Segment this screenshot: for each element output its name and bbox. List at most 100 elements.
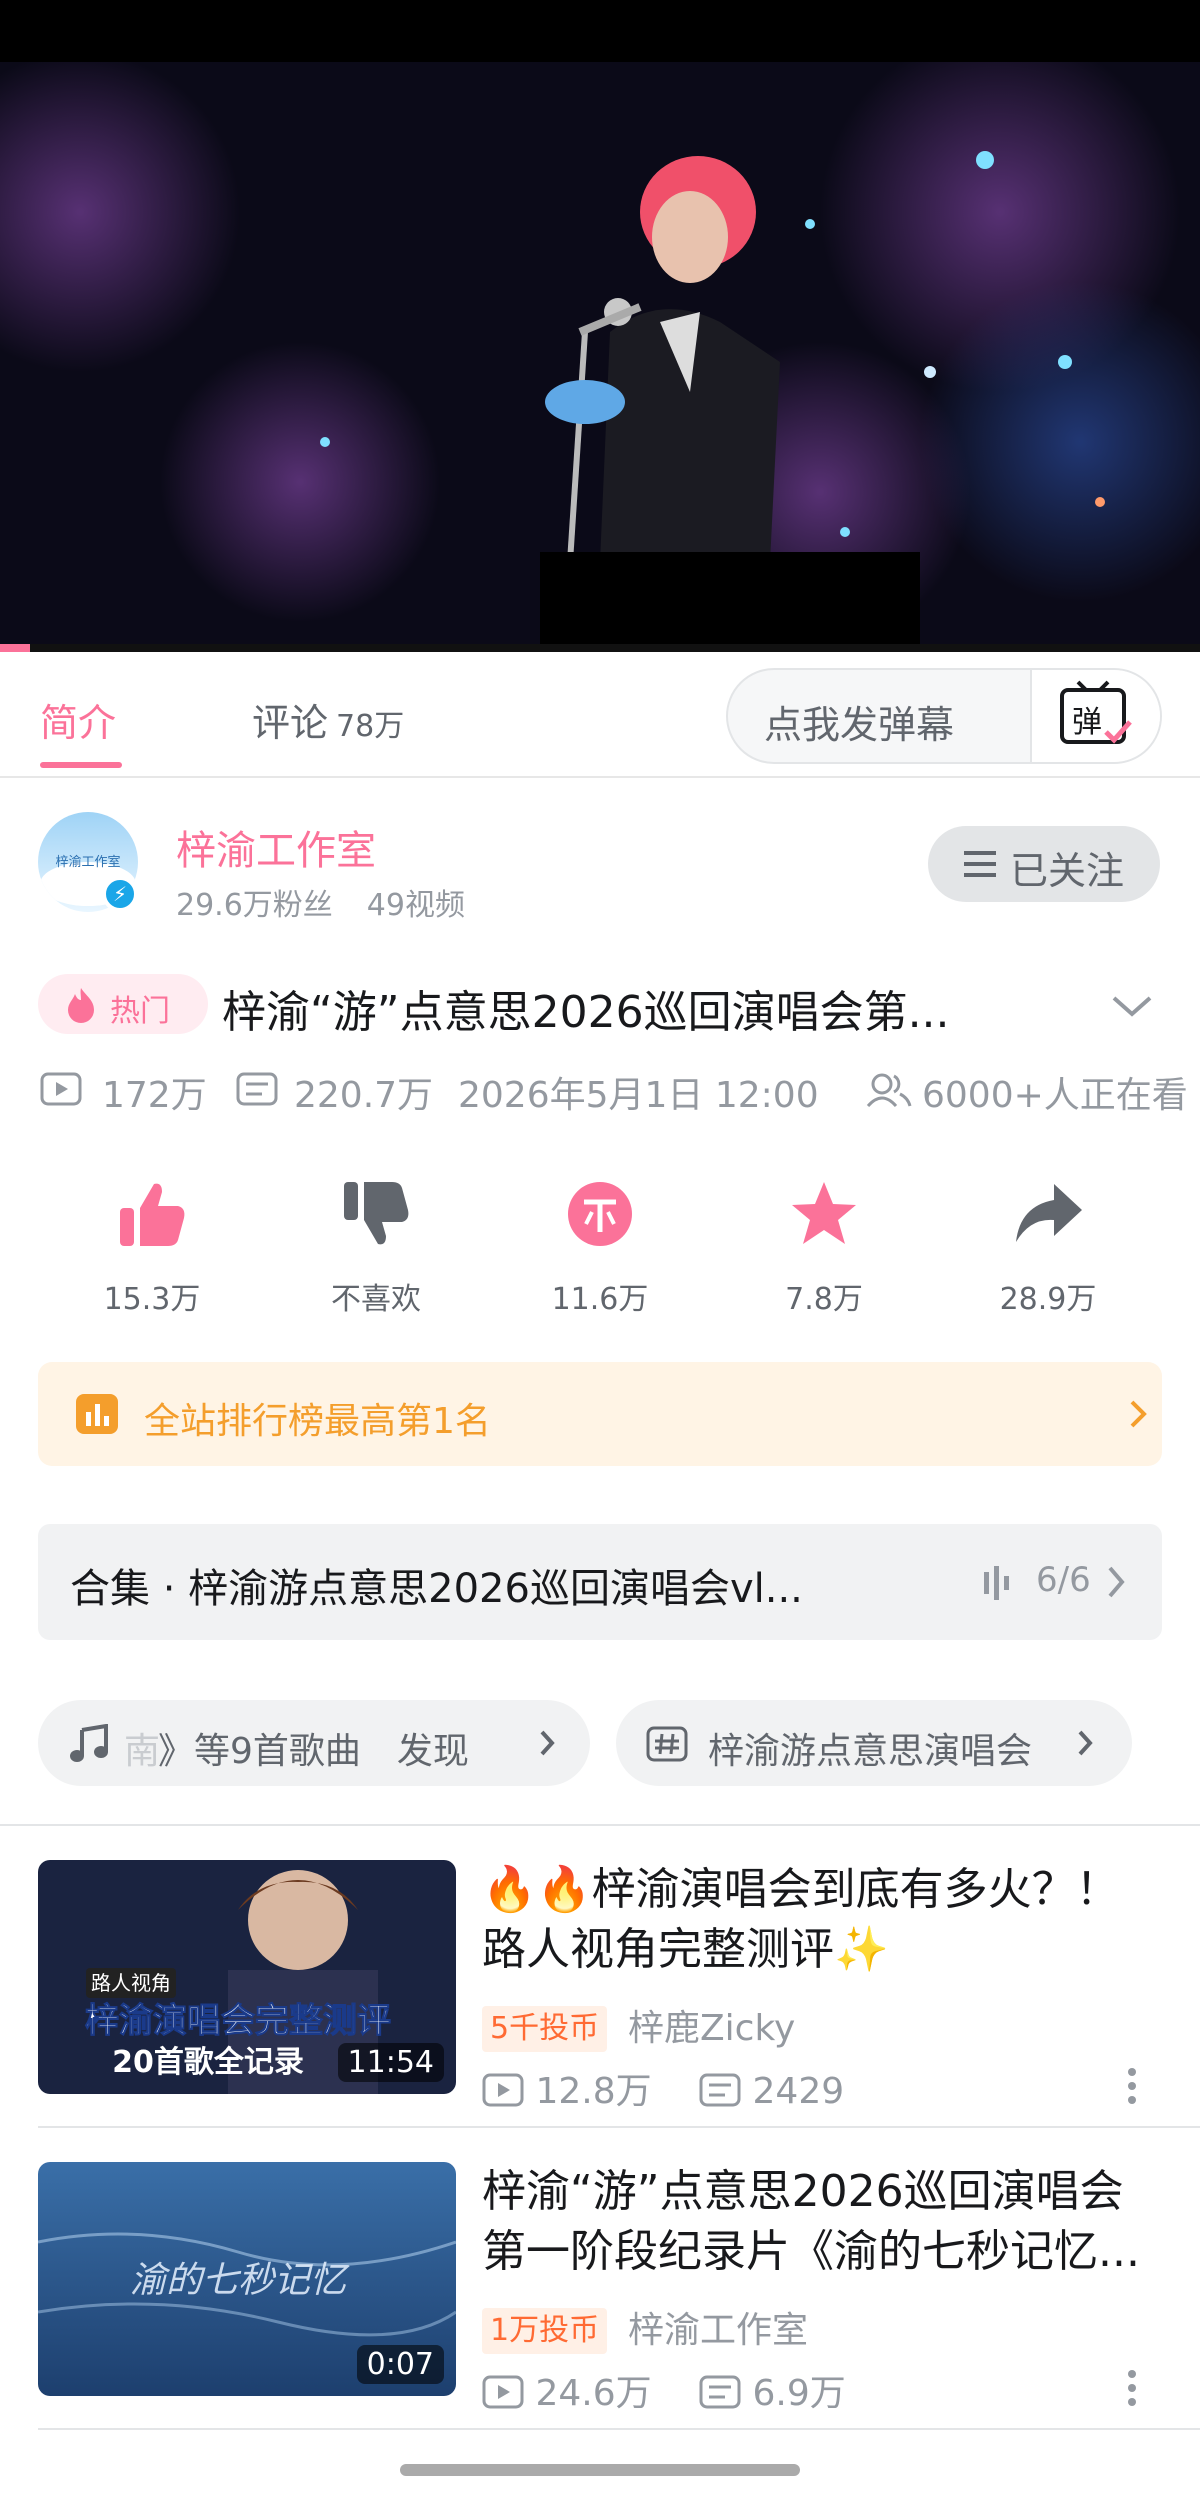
danmaku-count-icon	[699, 2073, 741, 2107]
video-meta-row: 172万 220.7万 2026年5月1日 12:00 6000+人正在看	[40, 1066, 1200, 1114]
danmaku-input[interactable]: 点我发弹幕 弹	[726, 668, 1162, 764]
follow-button[interactable]: 已关注	[928, 826, 1160, 902]
video-player[interactable]	[0, 62, 1200, 652]
danmaku-count-icon	[236, 1072, 278, 1106]
home-indicator[interactable]	[400, 2464, 800, 2476]
list-separator	[38, 2126, 1200, 2128]
coin-badge: 1万投币	[482, 2308, 608, 2354]
related-video-thumbnail[interactable]: 渝的七秒记忆 0:07	[38, 2162, 456, 2396]
tab-intro[interactable]: 简介	[40, 692, 116, 747]
video-duration: 11:54	[337, 2043, 444, 2082]
related-video-item[interactable]: 渝的七秒记忆 0:07 梓渝“游”点意思2026巡回演唱会第一阶段纪录片《渝的七…	[0, 2162, 1200, 2462]
danmaku-count-icon	[699, 2375, 741, 2409]
play-count-icon	[482, 2375, 524, 2409]
danmaku-placeholder: 点我发弹幕	[764, 703, 955, 747]
tab-comments[interactable]: 评论 78万	[252, 692, 404, 747]
dislike-button[interactable]: 不喜欢	[276, 1174, 476, 1318]
favorite-count: 7.8万	[785, 1282, 863, 1317]
video-progress-fill	[0, 644, 30, 652]
related-uploader: 梓鹿Zicky	[628, 2008, 796, 2049]
hot-badge[interactable]: 热门	[38, 974, 208, 1034]
music-chip-label: 》等9首歌曲 发现	[158, 1731, 469, 1772]
collection-title: 合集 · 梓渝游点意思2026巡回演唱会vl...	[70, 1566, 803, 1612]
danmaku-count: 220.7万	[294, 1075, 434, 1114]
view-count: 172万	[102, 1075, 207, 1114]
video-title: 梓渝“游”点意思2026巡回演唱会第...	[222, 987, 950, 1038]
share-arrow-icon	[1016, 1184, 1082, 1242]
rank-chart-icon	[76, 1394, 118, 1434]
favorite-button[interactable]: 7.8万	[724, 1174, 924, 1318]
related-stats: 24.6万 6.9万	[482, 2364, 846, 2416]
author-name[interactable]: 梓渝工作室	[176, 818, 376, 876]
danmaku-toggle-button[interactable]: 弹	[1030, 670, 1160, 762]
chevron-down-icon[interactable]	[1110, 992, 1154, 1020]
collection-card[interactable]: 合集 · 梓渝游点意思2026巡回演唱会vl... 6/6	[38, 1524, 1162, 1640]
coin-badge: 5千投币	[482, 2006, 608, 2052]
related-video-title: 梓渝“游”点意思2026巡回演唱会第一阶段纪录片《渝的七秒记忆...	[482, 2166, 1140, 2277]
video-progress-bar[interactable]	[0, 644, 1200, 652]
thumbs-down-icon	[344, 1182, 409, 1245]
tab-active-indicator	[40, 762, 122, 768]
chevron-right-icon	[540, 1730, 555, 1756]
like-button[interactable]: 15.3万	[52, 1174, 252, 1318]
flame-icon	[68, 988, 94, 1023]
watching-count: 6000+人正在看	[922, 1075, 1188, 1114]
video-frame	[0, 62, 1200, 652]
related-video-title: 🔥🔥梓渝演唱会到底有多火？！路人视角完整测评✨	[482, 1864, 1120, 1975]
related-video-item[interactable]: 路人视角 梓渝演唱会完整测评 20首歌全记录 11:54 🔥🔥梓渝演唱会到底有多…	[0, 1860, 1200, 2160]
more-options-icon[interactable]	[1120, 2368, 1144, 2408]
related-uploader: 梓渝工作室	[628, 2310, 809, 2351]
status-bar	[0, 0, 1200, 62]
topic-chip[interactable]: 梓渝游点意思演唱会	[616, 1700, 1132, 1786]
author-videos: 49视频	[366, 888, 465, 923]
menu-lines-icon	[964, 851, 996, 877]
music-note-icon	[70, 1724, 108, 1762]
collection-progress: 6/6	[1036, 1560, 1091, 1600]
chevron-right-icon	[1078, 1730, 1093, 1756]
tab-bar: 简介 评论 78万 点我发弹幕 弹	[0, 652, 1200, 778]
video-duration: 0:07	[356, 2345, 444, 2384]
related-danmaku: 6.9万	[752, 2373, 846, 2414]
thumb-line1: 路人视角	[91, 1971, 171, 1995]
follow-button-label: 已关注	[1010, 849, 1125, 893]
rank-text: 全站排行榜最高第1名	[144, 1401, 491, 1442]
related-views: 12.8万	[535, 2071, 652, 2112]
watching-people-icon	[866, 1073, 912, 1108]
rank-banner[interactable]: 全站排行榜最高第1名	[38, 1362, 1162, 1466]
comments-count: 78万	[336, 709, 405, 744]
tab-comments-label: 评论	[252, 701, 329, 745]
avatar-text: 梓渝工作室	[55, 854, 120, 870]
like-count: 15.3万	[103, 1282, 201, 1317]
music-chip[interactable]: 南 》等9首歌曲 发现	[38, 1700, 590, 1786]
author-fans: 29.6万粉丝	[176, 888, 333, 923]
star-icon	[792, 1182, 856, 1244]
thumbs-up-icon	[120, 1183, 185, 1246]
play-count-icon	[482, 2073, 524, 2107]
related-views: 24.6万	[535, 2373, 652, 2414]
music-chip-prefix: 南	[124, 1731, 161, 1772]
related-stats: 12.8万 2429	[482, 2062, 844, 2114]
share-count: 28.9万	[999, 1282, 1097, 1317]
verified-badge-icon: ⚡	[102, 876, 138, 912]
share-button[interactable]: 28.9万	[948, 1174, 1148, 1318]
tab-intro-label: 简介	[40, 701, 117, 745]
coin-count: 11.6万	[551, 1282, 649, 1317]
more-options-icon[interactable]	[1120, 2066, 1144, 2106]
topic-chip-label: 梓渝游点意思演唱会	[708, 1731, 1033, 1772]
author-stats: 29.6万粉丝 49视频	[176, 880, 465, 924]
coin-button[interactable]: 11.6万	[500, 1174, 700, 1318]
danmaku-toggle-icon: 弹	[1060, 680, 1132, 744]
related-video-thumbnail[interactable]: 路人视角 梓渝演唱会完整测评 20首歌全记录 11:54	[38, 1860, 456, 2094]
dislike-label: 不喜欢	[331, 1282, 421, 1317]
topic-hashtag-icon	[646, 1726, 688, 1762]
section-divider	[0, 1824, 1200, 1826]
publish-time: 2026年5月1日 12:00	[458, 1075, 819, 1114]
chevron-right-icon	[1108, 1566, 1125, 1598]
danmaku-toggle-glyph: 弹	[1072, 705, 1102, 740]
hot-badge-label: 热门	[110, 994, 170, 1029]
related-danmaku: 2429	[752, 2071, 845, 2112]
thumb-line3: 20首歌全记录	[112, 2045, 304, 2080]
chevron-right-icon	[1130, 1400, 1147, 1428]
list-separator	[38, 2428, 1200, 2430]
play-count-icon	[40, 1072, 82, 1106]
